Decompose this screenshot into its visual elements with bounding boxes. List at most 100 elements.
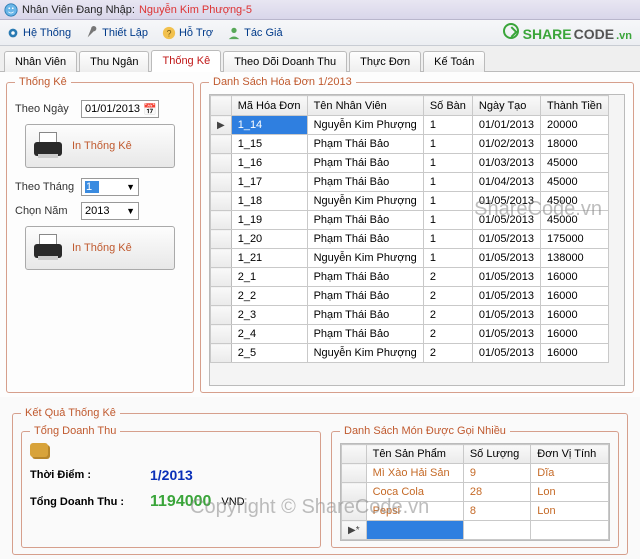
row-header xyxy=(211,192,232,211)
cell-staff: Phạm Thái Bảo xyxy=(307,211,423,230)
col-total[interactable]: Thành Tiền xyxy=(540,96,608,116)
cell-staff: Phạm Thái Bảo xyxy=(307,230,423,249)
cell-table: 1 xyxy=(423,192,472,211)
chevron-down-icon: ▼ xyxy=(126,182,135,192)
coin-icon xyxy=(30,443,48,457)
row-header xyxy=(211,230,232,249)
printer-icon xyxy=(32,234,64,262)
table-row[interactable]: 2_4Phạm Thái Bảo201/05/201316000 xyxy=(211,325,609,344)
help-icon: ? xyxy=(162,26,176,40)
svg-text:?: ? xyxy=(167,28,172,38)
menu-thiet-lap[interactable]: Thiết Lập xyxy=(85,26,148,40)
row-header xyxy=(211,344,232,363)
cell-staff: Nguyễn Kim Phượng xyxy=(307,192,423,211)
cell-staff: Nguyễn Kim Phượng xyxy=(307,116,423,135)
theo-thang-select[interactable]: 1 ▼ xyxy=(81,178,139,196)
thoi-diem-label: Thời Điểm : xyxy=(30,469,140,481)
table-row[interactable]: 1_17Phạm Thái Bảo101/04/201345000 xyxy=(211,173,609,192)
col-dish-qty[interactable]: Số Lượng xyxy=(463,445,530,464)
cell-total: 16000 xyxy=(540,344,608,363)
thoi-diem-value: 1/2013 xyxy=(150,467,193,483)
col-dish-unit[interactable]: Đơn Vị Tính xyxy=(531,445,609,464)
select-value: 2013 xyxy=(85,205,109,217)
tab-thuc-don[interactable]: Thực Đơn xyxy=(349,51,421,72)
print-by-month-button[interactable]: In Thống Kê xyxy=(25,226,175,270)
table-row[interactable]: 1_16Phạm Thái Bảo101/03/201345000 xyxy=(211,154,609,173)
dish-grid[interactable]: Tên Sản Phẩm Số Lượng Đơn Vị Tính Mì Xào… xyxy=(340,443,610,541)
table-row[interactable]: 1_20Phạm Thái Bảo101/05/2013175000 xyxy=(211,230,609,249)
cell-date: 01/05/2013 xyxy=(472,287,540,306)
col-date[interactable]: Ngày Tạo xyxy=(472,96,540,116)
cell-total: 138000 xyxy=(540,249,608,268)
user-icon xyxy=(227,26,241,40)
table-row[interactable]: 1_21Nguyễn Kim Phượng101/05/2013138000 xyxy=(211,249,609,268)
brand-code: CODE xyxy=(574,26,614,42)
new-row[interactable]: ▶* xyxy=(342,521,609,540)
tab-thu-ngan[interactable]: Thu Ngân xyxy=(79,51,149,72)
title-prefix: Nhân Viên Đang Nhập: xyxy=(22,4,135,16)
brand-logo: SHARECODE.vn xyxy=(503,23,632,42)
tab-nhan-vien[interactable]: Nhân Viên xyxy=(4,51,77,72)
tab-ke-toan[interactable]: Kế Toán xyxy=(423,51,485,72)
cell-staff: Phạm Thái Bảo xyxy=(307,287,423,306)
col-id[interactable]: Mã Hóa Đơn xyxy=(231,96,307,116)
table-row[interactable]: 1_19Phạm Thái Bảo101/05/201345000 xyxy=(211,211,609,230)
cell-date: 01/05/2013 xyxy=(472,344,540,363)
col-staff[interactable]: Tên Nhân Viên xyxy=(307,96,423,116)
tab-doanh-thu[interactable]: Theo Dõi Doanh Thu xyxy=(223,51,347,72)
cell-total: 20000 xyxy=(540,116,608,135)
brand-dotvn: .vn xyxy=(616,30,632,42)
cell-table: 1 xyxy=(423,116,472,135)
col-dish-name[interactable]: Tên Sản Phẩm xyxy=(366,445,463,464)
totals-legend: Tổng Doanh Thu xyxy=(30,425,120,437)
row-header xyxy=(211,211,232,230)
cell-table: 2 xyxy=(423,268,472,287)
theo-thang-label: Theo Tháng xyxy=(15,181,75,193)
cell-date: 01/05/2013 xyxy=(472,192,540,211)
table-row[interactable]: Coca Cola28Lon xyxy=(342,483,609,502)
cell-id: 2_3 xyxy=(231,306,307,325)
table-row[interactable]: 1_15Phạm Thái Bảo101/02/201318000 xyxy=(211,135,609,154)
cell-date: 01/02/2013 xyxy=(472,135,540,154)
cell-dish-qty: 9 xyxy=(463,464,530,483)
table-row[interactable]: 2_1Phạm Thái Bảo201/05/201316000 xyxy=(211,268,609,287)
cell-date: 01/04/2013 xyxy=(472,173,540,192)
menu-label: Tác Giả xyxy=(244,27,283,39)
cell-staff: Phạm Thái Bảo xyxy=(307,154,423,173)
invoice-grid[interactable]: Mã Hóa Đơn Tên Nhân Viên Số Bàn Ngày Tạo… xyxy=(209,94,625,386)
brand-share: SHARE xyxy=(523,26,572,42)
table-row[interactable]: 2_2Phạm Thái Bảo201/05/201316000 xyxy=(211,287,609,306)
menu-he-thong[interactable]: Hệ Thống xyxy=(6,26,71,40)
cell-id: 1_15 xyxy=(231,135,307,154)
calendar-icon[interactable]: 📅 xyxy=(143,103,155,116)
cell-id: 1_16 xyxy=(231,154,307,173)
tab-thong-ke[interactable]: Thống Kê xyxy=(151,50,221,72)
date-value: 01/01/2013 xyxy=(85,103,140,115)
cell-table: 2 xyxy=(423,344,472,363)
col-table[interactable]: Số Bàn xyxy=(423,96,472,116)
cell-id: 2_2 xyxy=(231,287,307,306)
table-row[interactable]: Pepsi8Lon xyxy=(342,502,609,521)
cell-date: 01/05/2013 xyxy=(472,325,540,344)
titlebar: Nhân Viên Đang Nhập: Nguyễn Kim Phượng-5 xyxy=(0,0,640,20)
table-row[interactable]: 2_3Phạm Thái Bảo201/05/201316000 xyxy=(211,306,609,325)
row-header: ▶* xyxy=(342,521,367,540)
cell-date: 01/05/2013 xyxy=(472,249,540,268)
menu-ho-tro[interactable]: ? Hỗ Trợ xyxy=(162,26,213,40)
chon-nam-select[interactable]: 2013 ▼ xyxy=(81,202,139,220)
table-row[interactable]: Mì Xào Hải Sản9Dĩa xyxy=(342,464,609,483)
row-header xyxy=(211,173,232,192)
cell-id: 1_18 xyxy=(231,192,307,211)
table-row[interactable]: 2_5Nguyễn Kim Phượng201/05/201316000 xyxy=(211,344,609,363)
row-header xyxy=(342,445,367,464)
print-by-day-button[interactable]: In Thống Kê xyxy=(25,124,175,168)
cell-id: 1_17 xyxy=(231,173,307,192)
menu-tac-gia[interactable]: Tác Giả xyxy=(227,26,283,40)
thong-ke-panel: Thống Kê Theo Ngày 01/01/2013 📅 In Thống… xyxy=(6,76,194,393)
theo-ngay-input[interactable]: 01/01/2013 📅 xyxy=(81,100,159,118)
table-row[interactable]: 1_18Nguyễn Kim Phượng101/05/201345000 xyxy=(211,192,609,211)
cell-dish-name: Mì Xào Hải Sản xyxy=(366,464,463,483)
cell-id: 1_21 xyxy=(231,249,307,268)
print-label: In Thống Kê xyxy=(72,140,132,152)
table-row[interactable]: ▶1_14Nguyễn Kim Phượng101/01/201320000 xyxy=(211,116,609,135)
